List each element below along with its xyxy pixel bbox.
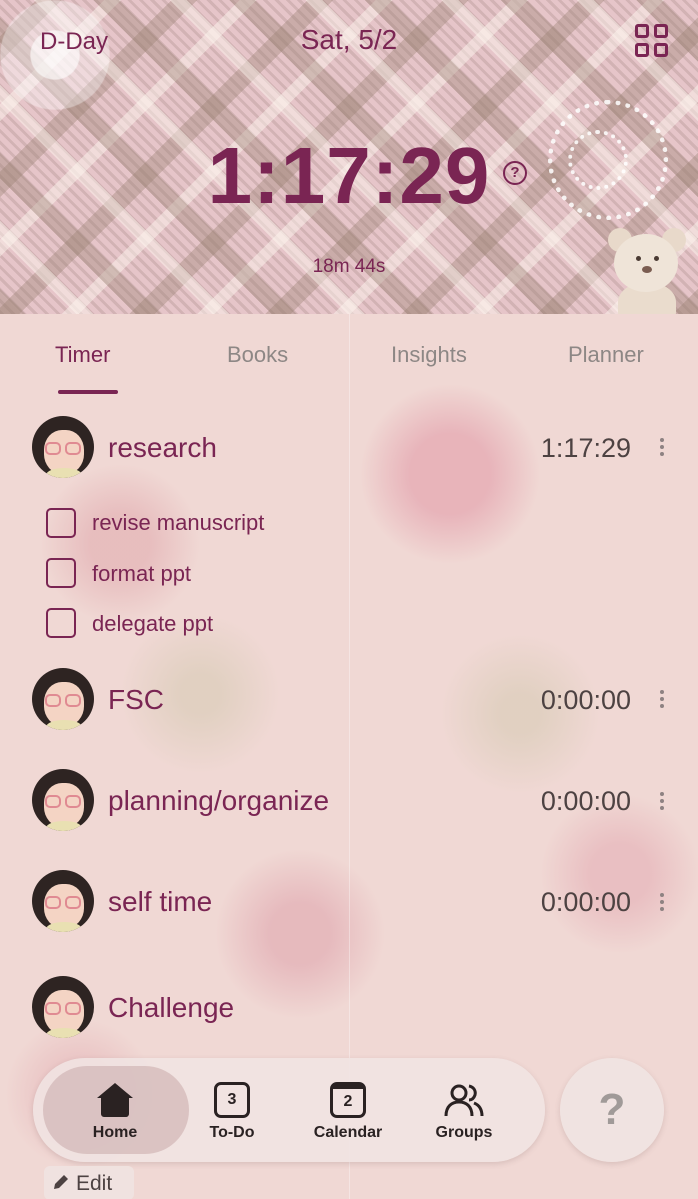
tab-planner[interactable]: Planner <box>568 342 644 368</box>
edit-label: Edit <box>76 1172 113 1195</box>
current-session-time: 18m 44s <box>312 256 386 277</box>
more-options-icon[interactable] <box>660 792 668 813</box>
task-label: revise manuscript <box>92 510 265 535</box>
home-icon[interactable] <box>97 1083 133 1117</box>
grid-menu-icon[interactable] <box>635 24 669 58</box>
lace-decoration <box>0 0 140 140</box>
subject-time-planning: 0:00:00 <box>540 786 631 816</box>
subject-name-research[interactable]: research <box>108 432 217 464</box>
tab-books[interactable]: Books <box>227 342 288 368</box>
help-button[interactable]: ? <box>560 1058 664 1162</box>
task-label: format ppt <box>92 561 192 586</box>
nav-groups[interactable]: Groups <box>409 1124 519 1142</box>
subject-time-self-time: 0:00:00 <box>540 887 631 917</box>
subject-avatar[interactable] <box>32 668 94 730</box>
subject-avatar[interactable] <box>32 769 94 831</box>
tab-insights[interactable]: Insights <box>391 342 467 368</box>
more-options-icon[interactable] <box>660 690 668 711</box>
active-tab-indicator <box>58 390 118 394</box>
calendar-icon[interactable]: 2 <box>330 1082 366 1118</box>
edit-button[interactable]: Edit <box>44 1166 134 1199</box>
subject-avatar[interactable] <box>32 416 94 478</box>
subject-name-challenge[interactable]: Challenge <box>108 992 234 1024</box>
nav-calendar[interactable]: Calendar <box>293 1124 403 1142</box>
nav-todo[interactable]: To-Do <box>177 1124 287 1142</box>
groups-icon[interactable] <box>444 1082 484 1118</box>
subject-name-fsc[interactable]: FSC <box>108 684 164 716</box>
subject-time-research: 1:17:29 <box>540 433 631 463</box>
nav-home[interactable]: Home <box>60 1124 170 1142</box>
subject-name-self-time[interactable]: self time <box>108 886 212 918</box>
current-date: Sat, 5/2 <box>300 24 398 55</box>
tab-timer[interactable]: Timer <box>55 342 110 368</box>
help-icon[interactable]: ? <box>503 161 527 185</box>
subject-name-planning[interactable]: planning/organize <box>108 785 329 817</box>
more-options-icon[interactable] <box>660 893 668 914</box>
task-label: delegate ppt <box>92 611 214 636</box>
task-checkbox[interactable] <box>46 508 76 538</box>
subject-avatar[interactable] <box>32 976 94 1038</box>
task-checkbox[interactable] <box>46 558 76 588</box>
subject-avatar[interactable] <box>32 870 94 932</box>
more-options-icon[interactable] <box>660 438 668 459</box>
task-checkbox[interactable] <box>46 608 76 638</box>
pencil-icon <box>54 1175 68 1189</box>
todo-icon[interactable]: 3 <box>214 1082 250 1118</box>
total-study-time: 1:17:29 <box>207 131 491 220</box>
subject-time-fsc: 0:00:00 <box>540 685 631 715</box>
